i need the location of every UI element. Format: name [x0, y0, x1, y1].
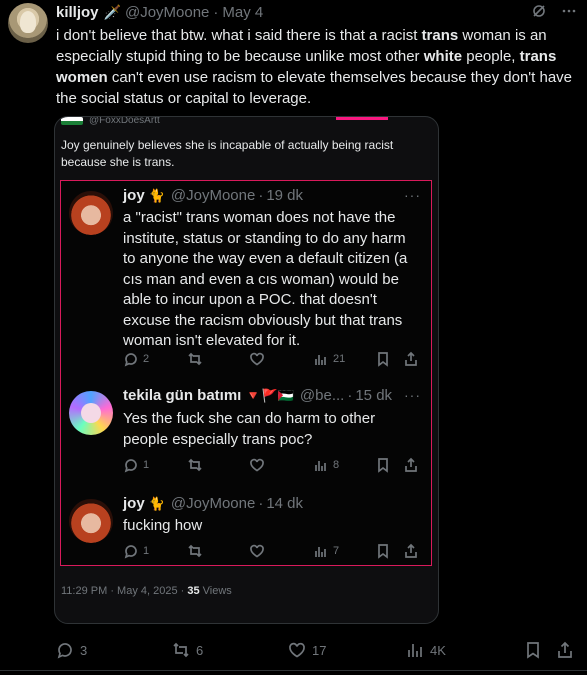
share-icon[interactable]: [403, 351, 419, 367]
post-text-part: i don't believe that btw. what i said th…: [56, 27, 422, 44]
views-count: 35: [187, 585, 200, 597]
separator: ·: [258, 187, 264, 204]
reply-item: joy 🐈 @JoyMoone · 19 dk ··· a "racist" t…: [61, 187, 431, 367]
quoted-handle: @FoxxDoesArtt: [89, 116, 160, 126]
flag-icon: [61, 117, 83, 125]
author-avatar[interactable]: [8, 3, 48, 43]
reply-item: tekila gün batımı 🔻🚩🇵🇸 @be... · 15 dk ··…: [61, 387, 431, 477]
screenshot-thread: joy 🐈 @JoyMoone · 19 dk ··· a "racist" t…: [60, 180, 432, 566]
post-text-part: people,: [462, 48, 520, 65]
reply-count: 1: [143, 545, 150, 557]
sword-emoji: 🗡️: [103, 3, 121, 20]
reply-name[interactable]: joy: [123, 187, 145, 204]
reply-avatar[interactable]: [69, 191, 113, 235]
timestamp-text: 11:29 PM · May 4, 2025 ·: [61, 585, 188, 597]
share-icon[interactable]: [403, 543, 419, 559]
reply-actions: 2 21: [123, 350, 423, 368]
share-icon[interactable]: [556, 641, 574, 659]
reply-handle[interactable]: @be...: [300, 387, 344, 404]
reply-icon[interactable]: 1: [123, 543, 149, 559]
views-label: Views: [199, 585, 232, 597]
repost-icon[interactable]: [187, 351, 203, 367]
views-count: 7: [333, 545, 340, 557]
reply-handle[interactable]: @JoyMoone: [171, 495, 255, 512]
repost-icon[interactable]: [187, 543, 203, 559]
views-icon[interactable]: 7: [313, 543, 339, 559]
post-actions: 3 6 17 4K: [56, 640, 576, 660]
share-icon[interactable]: [403, 457, 419, 473]
like-icon[interactable]: 17: [288, 641, 326, 659]
reply-name[interactable]: tekila gün batımı: [123, 387, 241, 404]
divider: [0, 670, 587, 671]
post-top-actions: [531, 3, 577, 24]
reply-time[interactable]: 14 dk: [266, 495, 303, 512]
views-icon[interactable]: 4K: [406, 641, 446, 659]
reply-time[interactable]: 19 dk: [266, 187, 303, 204]
like-count: 17: [312, 642, 327, 658]
post-time[interactable]: May 4: [222, 4, 263, 21]
reply-count: 2: [143, 353, 150, 365]
cat-emoji: 🐈: [148, 187, 165, 203]
reply-text: fucking how: [123, 517, 203, 534]
views-count: 8: [333, 459, 340, 471]
reply-text: a "racist" trans woman does not have the…: [123, 209, 408, 349]
bookmark-icon[interactable]: [375, 351, 391, 367]
reply-icon[interactable]: 1: [123, 457, 149, 473]
bookmark-icon[interactable]: [524, 641, 542, 659]
reply-text: Yes the fuck she can do harm to other pe…: [123, 410, 376, 448]
author-name[interactable]: killjoy: [56, 4, 99, 21]
like-icon[interactable]: [249, 543, 265, 559]
reply-time[interactable]: 15 dk: [355, 387, 392, 404]
accent-bar: [336, 117, 388, 120]
reply-icon[interactable]: 3: [56, 641, 87, 659]
reply-header: tekila gün batımı 🔻🚩🇵🇸 @be... · 15 dk: [123, 387, 392, 404]
bookmark-icon[interactable]: [375, 457, 391, 473]
reply-header: joy 🐈 @JoyMoone · 14 dk: [123, 495, 303, 512]
like-icon[interactable]: [249, 457, 265, 473]
separator: ·: [258, 495, 264, 512]
reply-actions: 1 7: [123, 542, 423, 560]
more-icon[interactable]: [561, 3, 577, 24]
post-header: killjoy 🗡️ @JoyMoone · May 4: [56, 2, 263, 22]
cat-emoji: 🐈: [148, 495, 165, 511]
quoted-timestamp: 11:29 PM · May 4, 2025 · 35 Views: [61, 585, 232, 597]
grok-icon[interactable]: [531, 3, 547, 24]
more-icon[interactable]: ···: [404, 387, 421, 403]
like-icon[interactable]: [249, 351, 265, 367]
views-count: 4K: [430, 642, 446, 658]
reply-header: joy 🐈 @JoyMoone · 19 dk: [123, 187, 303, 204]
repost-icon[interactable]: [187, 457, 203, 473]
separator: ·: [213, 3, 219, 21]
quoted-header: @FoxxDoesArtt: [61, 116, 160, 126]
more-icon[interactable]: ···: [404, 187, 421, 203]
bookmark-icon[interactable]: [375, 543, 391, 559]
post-text: i don't believe that btw. what i said th…: [56, 25, 584, 109]
views-icon[interactable]: 8: [313, 457, 339, 473]
author-handle[interactable]: @JoyMoone: [125, 4, 209, 21]
repost-count: 6: [196, 642, 204, 658]
post: killjoy 🗡️ @JoyMoone · May 4 i don't bel…: [0, 0, 587, 675]
reply-avatar[interactable]: [69, 391, 113, 435]
post-text-bold: trans: [421, 27, 459, 44]
quoted-caption: Joy genuinely believes she is incapable …: [61, 138, 394, 169]
reply-item: joy 🐈 @JoyMoone · 14 dk fucking how 1 7: [61, 495, 431, 565]
reply-handle[interactable]: @JoyMoone: [171, 187, 255, 204]
reply-count: 1: [143, 459, 150, 471]
post-text-part: can't even use racism to elevate themsel…: [56, 69, 573, 107]
reply-avatar[interactable]: [69, 499, 113, 543]
reply-name[interactable]: joy: [123, 495, 145, 512]
post-text-bold: white: [423, 48, 463, 65]
reply-actions: 1 8: [123, 456, 423, 474]
flags-emoji: 🔻🚩🇵🇸: [245, 387, 294, 403]
reply-count: 3: [80, 642, 88, 658]
views-count: 21: [333, 353, 346, 365]
repost-icon[interactable]: 6: [172, 641, 203, 659]
reply-icon[interactable]: 2: [123, 351, 149, 367]
views-icon[interactable]: 21: [313, 351, 345, 367]
separator: ·: [347, 387, 353, 404]
